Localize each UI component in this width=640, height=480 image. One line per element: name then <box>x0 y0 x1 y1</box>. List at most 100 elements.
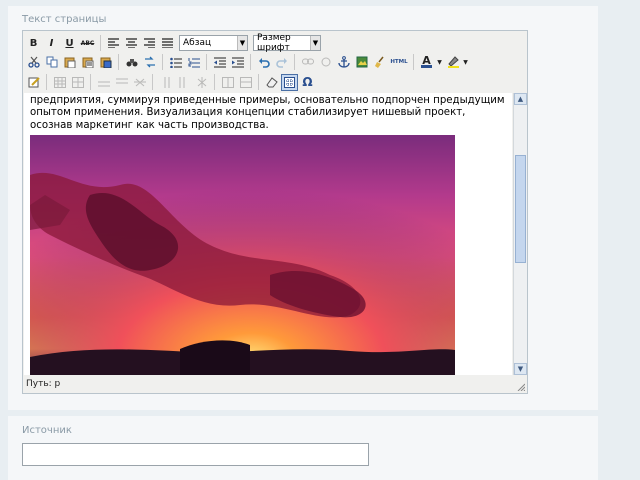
unlink-button[interactable] <box>317 54 334 71</box>
charmap-button[interactable]: Ω <box>299 74 316 91</box>
paste-word-button[interactable] <box>97 54 114 71</box>
format-select[interactable]: Абзац ▼ <box>179 35 248 51</box>
align-center-button[interactable] <box>123 35 140 52</box>
row-insert-icon <box>115 78 128 83</box>
cell-props-button[interactable] <box>69 74 86 91</box>
delete-row-button[interactable] <box>131 74 148 91</box>
cut-button[interactable] <box>25 54 42 71</box>
resize-grip-icon[interactable] <box>517 383 525 391</box>
page-text-label: Текст страницы <box>22 14 107 25</box>
image-icon <box>356 56 367 68</box>
delete-col-button[interactable] <box>193 74 210 91</box>
align-right-icon <box>144 38 155 48</box>
merge-cells-icon <box>239 76 252 88</box>
chevron-down-icon: ▼ <box>310 36 320 50</box>
bold-button[interactable]: B <box>25 35 42 52</box>
paste-icon <box>64 57 75 68</box>
fontsize-select[interactable]: Размер шрифт ▼ <box>253 33 321 53</box>
chevron-down-icon: ▼ <box>517 365 524 373</box>
indent-icon <box>231 57 244 67</box>
anchor-icon <box>337 56 350 68</box>
paste-text-button[interactable] <box>79 54 96 71</box>
align-left-icon <box>108 38 119 48</box>
italic-button[interactable]: I <box>43 35 60 52</box>
content-paragraph: предприятия, суммируя приведенные пример… <box>30 95 505 131</box>
edit-icon <box>28 77 40 88</box>
toolbar-row-2: HTML A ▼ ▼ <box>25 52 469 72</box>
source-label: Источник <box>22 425 72 436</box>
col-after-button[interactable] <box>175 74 192 91</box>
align-justify-button[interactable] <box>159 35 176 52</box>
toolbar-row-1: B I U ABC Абзац ▼ Размер шрифт ▼ <box>25 33 321 53</box>
scroll-up-button[interactable]: ▲ <box>514 93 527 105</box>
scroll-down-button[interactable]: ▼ <box>514 363 527 375</box>
forecolor-dropdown[interactable]: ▼ <box>436 54 443 71</box>
source-input[interactable] <box>22 443 369 466</box>
strikethrough-button[interactable]: ABC <box>79 35 96 52</box>
col-before-button[interactable] <box>157 74 174 91</box>
find-button[interactable] <box>123 54 140 71</box>
paste-word-icon <box>100 57 111 68</box>
separator <box>46 74 47 90</box>
content-scrollbar[interactable]: ▲ ▼ <box>513 93 527 375</box>
separator <box>413 54 414 70</box>
merge-cells-button[interactable] <box>237 74 254 91</box>
highlighter-icon <box>447 56 459 68</box>
numbered-list-button[interactable] <box>185 54 202 71</box>
column-delete-icon <box>197 76 206 88</box>
remove-format-button[interactable] <box>263 74 280 91</box>
bullet-list-button[interactable] <box>167 54 184 71</box>
split-cells-button[interactable] <box>219 74 236 91</box>
link-icon <box>301 58 314 65</box>
chevron-down-icon: ▼ <box>437 58 442 66</box>
separator <box>90 74 91 90</box>
html-source-button[interactable]: HTML <box>389 54 409 71</box>
underline-button[interactable]: U <box>61 35 78 52</box>
align-justify-icon <box>162 38 173 48</box>
scissors-icon <box>27 56 40 68</box>
forecolor-button[interactable]: A <box>418 54 435 71</box>
outdent-button[interactable] <box>211 54 228 71</box>
row-after-button[interactable] <box>113 74 130 91</box>
separator <box>214 74 215 90</box>
image-button[interactable] <box>353 54 370 71</box>
align-right-button[interactable] <box>141 35 158 52</box>
backcolor-dropdown[interactable]: ▼ <box>462 54 469 71</box>
separator <box>162 54 163 70</box>
scroll-thumb[interactable] <box>515 155 526 263</box>
binoculars-icon <box>126 59 137 67</box>
undo-icon <box>258 57 270 68</box>
paste-button[interactable] <box>61 54 78 71</box>
anchor-button[interactable] <box>335 54 352 71</box>
cleanup-button[interactable] <box>371 54 388 71</box>
broom-icon <box>374 56 384 68</box>
visual-aid-button[interactable] <box>281 73 298 91</box>
backcolor-button[interactable] <box>444 54 461 71</box>
editor-content[interactable]: предприятия, суммируя приведенные пример… <box>24 93 512 375</box>
edit-css-button[interactable] <box>25 74 42 91</box>
undo-button[interactable] <box>255 54 272 71</box>
sunset-image <box>30 135 455 375</box>
replace-button[interactable] <box>141 54 158 71</box>
split-cells-icon <box>221 76 234 88</box>
grid-icon <box>284 76 295 88</box>
chevron-down-icon: ▼ <box>237 36 247 50</box>
separator <box>152 74 153 90</box>
row-delete-icon <box>133 78 146 86</box>
editor-statusbar: Путь: p <box>24 377 528 391</box>
separator <box>250 54 251 70</box>
link-button[interactable] <box>299 54 316 71</box>
row-insert-icon <box>97 81 110 86</box>
copy-button[interactable] <box>43 54 60 71</box>
chevron-up-icon: ▲ <box>517 95 524 103</box>
indent-button[interactable] <box>229 54 246 71</box>
align-left-button[interactable] <box>105 35 122 52</box>
unlink-icon <box>321 57 330 67</box>
row-before-button[interactable] <box>95 74 112 91</box>
separator <box>100 35 101 51</box>
column-insert-icon <box>179 76 184 88</box>
table-props-button[interactable] <box>51 74 68 91</box>
redo-button[interactable] <box>273 54 290 71</box>
sunset-illustration <box>30 135 455 375</box>
numbered-list-icon <box>188 57 200 67</box>
